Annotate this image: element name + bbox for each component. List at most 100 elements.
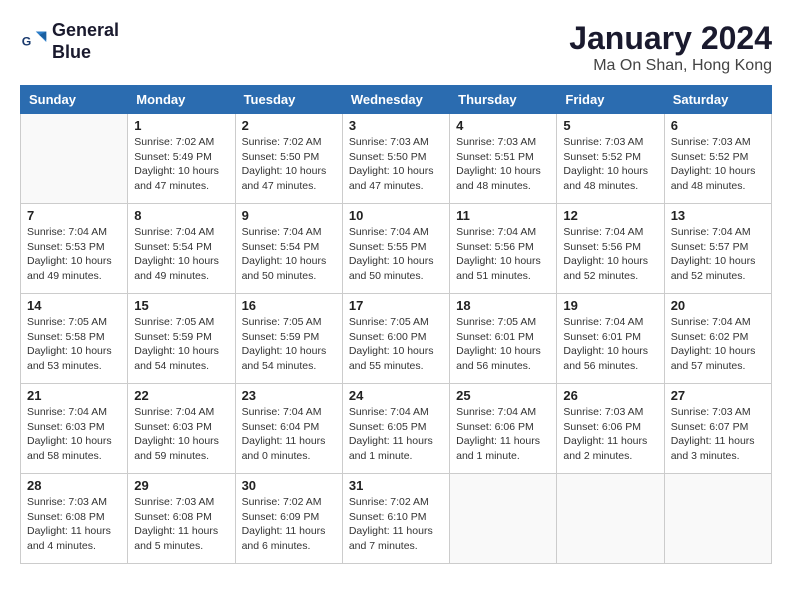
day-number: 13 [671,208,765,223]
svg-text:G: G [22,34,32,48]
day-info: Sunrise: 7:03 AM Sunset: 6:08 PM Dayligh… [134,495,228,554]
day-info: Sunrise: 7:02 AM Sunset: 6:09 PM Dayligh… [242,495,336,554]
day-cell [21,114,128,204]
day-info: Sunrise: 7:02 AM Sunset: 5:49 PM Dayligh… [134,135,228,194]
day-cell: 6Sunrise: 7:03 AM Sunset: 5:52 PM Daylig… [664,114,771,204]
day-cell [664,474,771,564]
day-cell: 16 Sunrise: 7:05 AM Sunset: 5:59 PM Dayli… [235,294,342,384]
day-number: 4 [456,118,550,133]
day-info: Sunrise: 7:03 AM Sunset: 5:52 PM Dayligh… [563,135,657,194]
day-cell: 15 Sunrise: 7:05 AM Sunset: 5:59 PM Dayli… [128,294,235,384]
day-info: Sunrise: 7:05 AM Sunset: 5:59 PM Dayligh… [134,315,228,374]
day-info: Sunrise: 7:04 AM Sunset: 5:56 PM Dayligh… [563,225,657,284]
title-area: January 2024 Ma On Shan, Hong Kong [569,20,772,75]
day-info: Sunrise: 7:02 AM Sunset: 6:10 PM Dayligh… [349,495,443,554]
day-number: 15 [134,298,228,313]
day-number: 3 [349,118,443,133]
day-info: Sunrise: 7:04 AM Sunset: 5:57 PM Dayligh… [671,225,765,284]
day-cell: 14 Sunrise: 7:05 AM Sunset: 5:58 PM Dayli… [21,294,128,384]
week-row-5: 28 Sunrise: 7:03 AM Sunset: 6:08 PM Dayli… [21,474,772,564]
day-info: Sunrise: 7:04 AM Sunset: 6:06 PM Dayligh… [456,405,550,464]
calendar-body: 1 Sunrise: 7:02 AM Sunset: 5:49 PM Daylig… [21,114,772,564]
logo-text: General Blue [52,20,119,63]
day-number: 7 [27,208,121,223]
day-info: Sunrise: 7:04 AM Sunset: 5:54 PM Dayligh… [134,225,228,284]
day-number: 17 [349,298,443,313]
day-cell: 29 Sunrise: 7:03 AM Sunset: 6:08 PM Dayli… [128,474,235,564]
day-number: 9 [242,208,336,223]
day-info: Sunrise: 7:03 AM Sunset: 5:50 PM Dayligh… [349,135,443,194]
day-number: 5 [563,118,657,133]
day-number: 28 [27,478,121,493]
day-cell: 12 Sunrise: 7:04 AM Sunset: 5:56 PM Dayli… [557,204,664,294]
day-number: 18 [456,298,550,313]
day-cell [450,474,557,564]
day-info: Sunrise: 7:05 AM Sunset: 5:59 PM Dayligh… [242,315,336,374]
day-info: Sunrise: 7:05 AM Sunset: 5:58 PM Dayligh… [27,315,121,374]
day-cell: 7Sunrise: 7:04 AM Sunset: 5:53 PM Daylig… [21,204,128,294]
week-row-1: 1 Sunrise: 7:02 AM Sunset: 5:49 PM Daylig… [21,114,772,204]
day-number: 30 [242,478,336,493]
day-cell: 19Sunrise: 7:04 AM Sunset: 6:01 PM Dayli… [557,294,664,384]
location-subtitle: Ma On Shan, Hong Kong [569,57,772,75]
day-number: 8 [134,208,228,223]
day-number: 26 [563,388,657,403]
week-row-3: 14 Sunrise: 7:05 AM Sunset: 5:58 PM Dayli… [21,294,772,384]
day-info: Sunrise: 7:04 AM Sunset: 5:55 PM Dayligh… [349,225,443,284]
day-number: 29 [134,478,228,493]
day-cell: 27 Sunrise: 7:03 AM Sunset: 6:07 PM Dayli… [664,384,771,474]
day-number: 21 [27,388,121,403]
day-cell: 30 Sunrise: 7:02 AM Sunset: 6:09 PM Dayli… [235,474,342,564]
day-cell: 21 Sunrise: 7:04 AM Sunset: 6:03 PM Dayli… [21,384,128,474]
weekday-header-wednesday: Wednesday [342,86,449,114]
day-number: 2 [242,118,336,133]
day-cell: 9 Sunrise: 7:04 AM Sunset: 5:54 PM Daylig… [235,204,342,294]
day-number: 23 [242,388,336,403]
day-info: Sunrise: 7:04 AM Sunset: 6:03 PM Dayligh… [27,405,121,464]
day-cell: 10 Sunrise: 7:04 AM Sunset: 5:55 PM Dayli… [342,204,449,294]
day-number: 24 [349,388,443,403]
logo-line2: Blue [52,42,119,64]
day-number: 10 [349,208,443,223]
logo-icon: G [20,28,48,56]
day-info: Sunrise: 7:03 AM Sunset: 6:08 PM Dayligh… [27,495,121,554]
day-info: Sunrise: 7:04 AM Sunset: 6:02 PM Dayligh… [671,315,765,374]
logo: G General Blue [20,20,119,63]
day-number: 20 [671,298,765,313]
day-number: 19 [563,298,657,313]
day-info: Sunrise: 7:04 AM Sunset: 5:56 PM Dayligh… [456,225,550,284]
day-cell: 17 Sunrise: 7:05 AM Sunset: 6:00 PM Dayli… [342,294,449,384]
day-info: Sunrise: 7:04 AM Sunset: 6:03 PM Dayligh… [134,405,228,464]
day-number: 11 [456,208,550,223]
day-cell: 28 Sunrise: 7:03 AM Sunset: 6:08 PM Dayli… [21,474,128,564]
weekday-header-monday: Monday [128,86,235,114]
logo-line1: General [52,20,119,42]
day-number: 14 [27,298,121,313]
day-cell [557,474,664,564]
day-info: Sunrise: 7:05 AM Sunset: 6:01 PM Dayligh… [456,315,550,374]
day-cell: 25 Sunrise: 7:04 AM Sunset: 6:06 PM Dayli… [450,384,557,474]
day-number: 12 [563,208,657,223]
day-cell: 1 Sunrise: 7:02 AM Sunset: 5:49 PM Daylig… [128,114,235,204]
day-cell: 8 Sunrise: 7:04 AM Sunset: 5:54 PM Daylig… [128,204,235,294]
day-number: 16 [242,298,336,313]
day-info: Sunrise: 7:05 AM Sunset: 6:00 PM Dayligh… [349,315,443,374]
day-number: 27 [671,388,765,403]
day-cell: 24Sunrise: 7:04 AM Sunset: 6:05 PM Dayli… [342,384,449,474]
day-cell: 26Sunrise: 7:03 AM Sunset: 6:06 PM Dayli… [557,384,664,474]
day-cell: 23Sunrise: 7:04 AM Sunset: 6:04 PM Dayli… [235,384,342,474]
day-cell: 18 Sunrise: 7:05 AM Sunset: 6:01 PM Dayli… [450,294,557,384]
day-cell: 2Sunrise: 7:02 AM Sunset: 5:50 PM Daylig… [235,114,342,204]
weekday-header-sunday: Sunday [21,86,128,114]
calendar-header: SundayMondayTuesdayWednesdayThursdayFrid… [21,86,772,114]
weekday-header-thursday: Thursday [450,86,557,114]
day-number: 25 [456,388,550,403]
day-number: 1 [134,118,228,133]
weekday-header-tuesday: Tuesday [235,86,342,114]
day-info: Sunrise: 7:03 AM Sunset: 5:51 PM Dayligh… [456,135,550,194]
week-row-4: 21 Sunrise: 7:04 AM Sunset: 6:03 PM Dayli… [21,384,772,474]
day-cell: 20 Sunrise: 7:04 AM Sunset: 6:02 PM Dayli… [664,294,771,384]
day-info: Sunrise: 7:04 AM Sunset: 5:54 PM Dayligh… [242,225,336,284]
day-info: Sunrise: 7:03 AM Sunset: 5:52 PM Dayligh… [671,135,765,194]
day-info: Sunrise: 7:03 AM Sunset: 6:07 PM Dayligh… [671,405,765,464]
